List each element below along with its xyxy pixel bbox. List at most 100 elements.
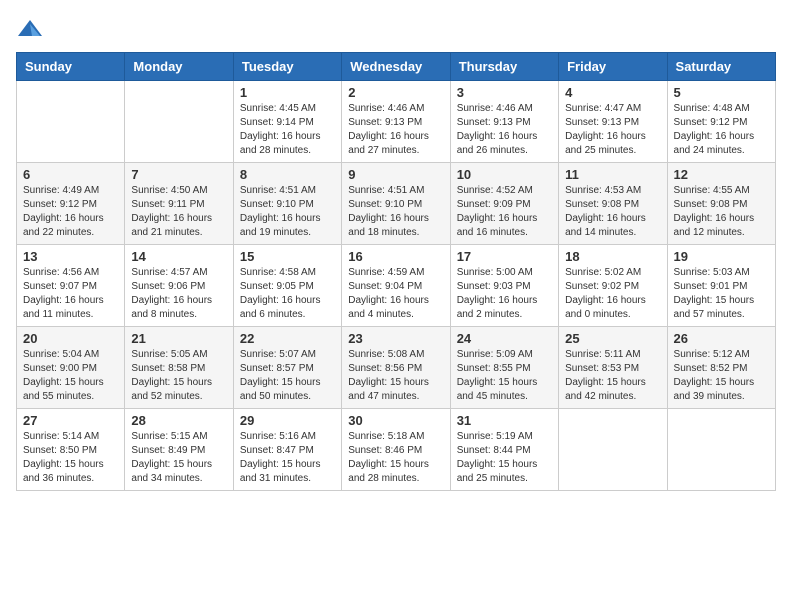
calendar-day-cell: 28Sunrise: 5:15 AM Sunset: 8:49 PM Dayli… <box>125 409 233 491</box>
day-info: Sunrise: 4:56 AM Sunset: 9:07 PM Dayligh… <box>23 266 118 322</box>
day-number: 29 <box>240 413 335 428</box>
day-info: Sunrise: 4:50 AM Sunset: 9:11 PM Dayligh… <box>131 184 226 240</box>
calendar-day-cell: 18Sunrise: 5:02 AM Sunset: 9:02 PM Dayli… <box>559 245 667 327</box>
day-number: 6 <box>23 167 118 182</box>
calendar-week-row: 20Sunrise: 5:04 AM Sunset: 9:00 PM Dayli… <box>17 327 776 409</box>
weekday-header-row: SundayMondayTuesdayWednesdayThursdayFrid… <box>17 53 776 81</box>
day-info: Sunrise: 5:16 AM Sunset: 8:47 PM Dayligh… <box>240 430 335 486</box>
day-info: Sunrise: 5:08 AM Sunset: 8:56 PM Dayligh… <box>348 348 443 404</box>
day-info: Sunrise: 4:51 AM Sunset: 9:10 PM Dayligh… <box>240 184 335 240</box>
day-info: Sunrise: 4:48 AM Sunset: 9:12 PM Dayligh… <box>674 102 769 158</box>
calendar-day-cell: 1Sunrise: 4:45 AM Sunset: 9:14 PM Daylig… <box>233 81 341 163</box>
day-info: Sunrise: 4:59 AM Sunset: 9:04 PM Dayligh… <box>348 266 443 322</box>
calendar-day-cell: 29 Sunrise: 5:16 AM Sunset: 8:47 PM Dayli… <box>233 409 341 491</box>
calendar-day-cell: 10 Sunrise: 4:52 AM Sunset: 9:09 PM Dayli… <box>450 163 558 245</box>
day-info: Sunrise: 5:09 AM Sunset: 8:55 PM Dayligh… <box>457 348 552 404</box>
day-number: 5 <box>674 85 769 100</box>
calendar-day-cell: 25 Sunrise: 5:11 AM Sunset: 8:53 PM Dayli… <box>559 327 667 409</box>
day-number: 31 <box>457 413 552 428</box>
day-number: 7 <box>131 167 226 182</box>
calendar-day-cell: 21 Sunrise: 5:05 AM Sunset: 8:58 PM Dayli… <box>125 327 233 409</box>
day-info: Sunrise: 5:11 AM Sunset: 8:53 PM Dayligh… <box>565 348 660 404</box>
calendar-day-cell: 7 Sunrise: 4:50 AM Sunset: 9:11 PM Daylig… <box>125 163 233 245</box>
day-info: Sunrise: 5:15 AM Sunset: 8:49 PM Dayligh… <box>131 430 226 486</box>
calendar-week-row: 1Sunrise: 4:45 AM Sunset: 9:14 PM Daylig… <box>17 81 776 163</box>
day-info: Sunrise: 4:47 AM Sunset: 9:13 PM Dayligh… <box>565 102 660 158</box>
day-info: Sunrise: 4:46 AM Sunset: 9:13 PM Dayligh… <box>348 102 443 158</box>
day-number: 4 <box>565 85 660 100</box>
header <box>16 16 776 44</box>
day-number: 27 <box>23 413 118 428</box>
day-info: Sunrise: 5:19 AM Sunset: 8:44 PM Dayligh… <box>457 430 552 486</box>
day-number: 15 <box>240 249 335 264</box>
day-info: Sunrise: 5:14 AM Sunset: 8:50 PM Dayligh… <box>23 430 118 486</box>
empty-cell <box>559 409 667 491</box>
calendar-day-cell: 5 Sunrise: 4:48 AM Sunset: 9:12 PM Daylig… <box>667 81 775 163</box>
calendar-day-cell: 6Sunrise: 4:49 AM Sunset: 9:12 PM Daylig… <box>17 163 125 245</box>
day-info: Sunrise: 5:07 AM Sunset: 8:57 PM Dayligh… <box>240 348 335 404</box>
weekday-header-friday: Friday <box>559 53 667 81</box>
day-info: Sunrise: 5:18 AM Sunset: 8:46 PM Dayligh… <box>348 430 443 486</box>
day-number: 26 <box>674 331 769 346</box>
calendar-day-cell: 14 Sunrise: 4:57 AM Sunset: 9:06 PM Dayli… <box>125 245 233 327</box>
calendar-day-cell: 12Sunrise: 4:55 AM Sunset: 9:08 PM Dayli… <box>667 163 775 245</box>
day-info: Sunrise: 4:55 AM Sunset: 9:08 PM Dayligh… <box>674 184 769 240</box>
calendar-day-cell: 27 Sunrise: 5:14 AM Sunset: 8:50 PM Dayli… <box>17 409 125 491</box>
calendar-day-cell: 31 Sunrise: 5:19 AM Sunset: 8:44 PM Dayli… <box>450 409 558 491</box>
calendar-day-cell: 16 Sunrise: 4:59 AM Sunset: 9:04 PM Dayli… <box>342 245 450 327</box>
day-info: Sunrise: 4:52 AM Sunset: 9:09 PM Dayligh… <box>457 184 552 240</box>
day-number: 20 <box>23 331 118 346</box>
calendar-day-cell: 11 Sunrise: 4:53 AM Sunset: 9:08 PM Dayli… <box>559 163 667 245</box>
calendar-day-cell: 26Sunrise: 5:12 AM Sunset: 8:52 PM Dayli… <box>667 327 775 409</box>
day-number: 17 <box>457 249 552 264</box>
day-number: 21 <box>131 331 226 346</box>
weekday-header-tuesday: Tuesday <box>233 53 341 81</box>
calendar-day-cell: 4 Sunrise: 4:47 AM Sunset: 9:13 PM Daylig… <box>559 81 667 163</box>
empty-cell <box>667 409 775 491</box>
day-info: Sunrise: 4:51 AM Sunset: 9:10 PM Dayligh… <box>348 184 443 240</box>
calendar-day-cell: 24Sunrise: 5:09 AM Sunset: 8:55 PM Dayli… <box>450 327 558 409</box>
weekday-header-wednesday: Wednesday <box>342 53 450 81</box>
day-number: 11 <box>565 167 660 182</box>
day-number: 9 <box>348 167 443 182</box>
calendar-week-row: 27 Sunrise: 5:14 AM Sunset: 8:50 PM Dayli… <box>17 409 776 491</box>
day-number: 25 <box>565 331 660 346</box>
calendar-week-row: 13 Sunrise: 4:56 AM Sunset: 9:07 PM Dayli… <box>17 245 776 327</box>
calendar-day-cell: 17 Sunrise: 5:00 AM Sunset: 9:03 PM Dayli… <box>450 245 558 327</box>
day-info: Sunrise: 5:00 AM Sunset: 9:03 PM Dayligh… <box>457 266 552 322</box>
empty-cell <box>125 81 233 163</box>
calendar-day-cell: 20Sunrise: 5:04 AM Sunset: 9:00 PM Dayli… <box>17 327 125 409</box>
calendar-week-row: 6Sunrise: 4:49 AM Sunset: 9:12 PM Daylig… <box>17 163 776 245</box>
day-number: 14 <box>131 249 226 264</box>
day-number: 10 <box>457 167 552 182</box>
calendar-day-cell: 13 Sunrise: 4:56 AM Sunset: 9:07 PM Dayli… <box>17 245 125 327</box>
day-number: 16 <box>348 249 443 264</box>
day-info: Sunrise: 4:58 AM Sunset: 9:05 PM Dayligh… <box>240 266 335 322</box>
day-number: 23 <box>348 331 443 346</box>
calendar-table: SundayMondayTuesdayWednesdayThursdayFrid… <box>16 52 776 491</box>
day-number: 22 <box>240 331 335 346</box>
day-number: 19 <box>674 249 769 264</box>
day-info: Sunrise: 5:05 AM Sunset: 8:58 PM Dayligh… <box>131 348 226 404</box>
day-info: Sunrise: 5:03 AM Sunset: 9:01 PM Dayligh… <box>674 266 769 322</box>
day-number: 30 <box>348 413 443 428</box>
day-info: Sunrise: 4:46 AM Sunset: 9:13 PM Dayligh… <box>457 102 552 158</box>
calendar-day-cell: 30 Sunrise: 5:18 AM Sunset: 8:46 PM Dayli… <box>342 409 450 491</box>
day-number: 13 <box>23 249 118 264</box>
empty-cell <box>17 81 125 163</box>
day-number: 8 <box>240 167 335 182</box>
calendar-day-cell: 22 Sunrise: 5:07 AM Sunset: 8:57 PM Dayli… <box>233 327 341 409</box>
weekday-header-thursday: Thursday <box>450 53 558 81</box>
logo-icon <box>16 16 44 44</box>
calendar-day-cell: 23 Sunrise: 5:08 AM Sunset: 8:56 PM Dayli… <box>342 327 450 409</box>
day-info: Sunrise: 4:57 AM Sunset: 9:06 PM Dayligh… <box>131 266 226 322</box>
day-number: 3 <box>457 85 552 100</box>
weekday-header-sunday: Sunday <box>17 53 125 81</box>
day-info: Sunrise: 5:02 AM Sunset: 9:02 PM Dayligh… <box>565 266 660 322</box>
day-number: 1 <box>240 85 335 100</box>
calendar-day-cell: 2Sunrise: 4:46 AM Sunset: 9:13 PM Daylig… <box>342 81 450 163</box>
calendar-day-cell: 19 Sunrise: 5:03 AM Sunset: 9:01 PM Dayli… <box>667 245 775 327</box>
day-info: Sunrise: 4:53 AM Sunset: 9:08 PM Dayligh… <box>565 184 660 240</box>
calendar-day-cell: 9 Sunrise: 4:51 AM Sunset: 9:10 PM Daylig… <box>342 163 450 245</box>
weekday-header-saturday: Saturday <box>667 53 775 81</box>
